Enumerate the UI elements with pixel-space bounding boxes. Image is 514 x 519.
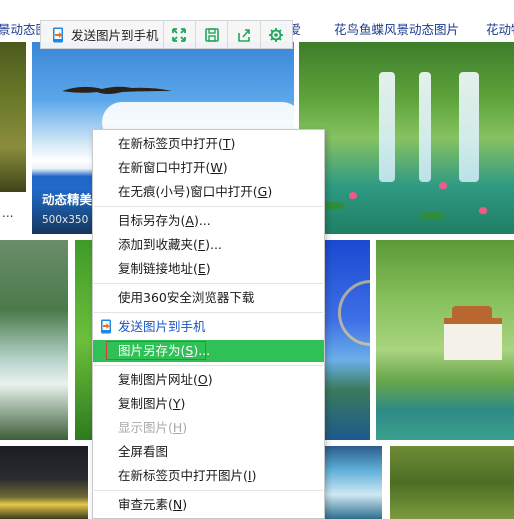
category-link-animal[interactable]: 花动物 — [486, 22, 514, 38]
menu-item-label: 全屏看图 — [118, 444, 169, 459]
menu-item-show-image: 显示图片(H) — [93, 417, 324, 439]
menu-separator — [94, 312, 323, 313]
context-menu: 在新标签页中打开(T) 在新窗口中打开(W) 在无痕(小号)窗口中打开(G) 目… — [92, 129, 325, 519]
fullscreen-icon — [172, 27, 187, 42]
waterfall-stream — [459, 72, 479, 182]
lily-pad — [419, 212, 445, 220]
share-icon — [238, 28, 250, 42]
menu-separator — [94, 206, 323, 207]
menu-item-label: 在新标签页中打开图片(I) — [118, 468, 257, 483]
save-icon — [204, 27, 219, 42]
image-tile-info: ... — [0, 192, 26, 232]
menu-item-open-image-new-tab[interactable]: 在新标签页中打开图片(I) — [93, 465, 324, 487]
menu-item-label: 发送图片到手机 — [118, 319, 206, 334]
image-tile-rainbow-lake[interactable] — [324, 240, 370, 440]
menu-item-label: 显示图片(H) — [118, 420, 188, 435]
menu-separator — [94, 490, 323, 491]
menu-item-save-target-as[interactable]: 目标另存为(A)... — [93, 210, 324, 232]
menu-item-send-to-phone[interactable]: 发送图片到手机 — [93, 316, 324, 338]
rainbow-arc — [338, 280, 370, 346]
menu-item-label: 图片另存为(S)... — [118, 343, 211, 358]
menu-item-inspect-element[interactable]: 审查元素(N) — [93, 494, 324, 516]
image-title: 动态精美 — [42, 192, 93, 207]
fullscreen-button[interactable] — [164, 21, 196, 48]
save-image-button[interactable] — [196, 21, 229, 48]
menu-separator — [94, 283, 323, 284]
bird-silhouette — [62, 86, 172, 94]
lotus-flower — [479, 207, 487, 214]
image-tile-waterfall-blue[interactable] — [324, 446, 382, 519]
menu-item-label: 在新标签页中打开(T) — [118, 136, 236, 151]
settings-icon — [269, 27, 284, 42]
menu-item-label: 使用360安全浏览器下载 — [118, 290, 255, 305]
send-to-phone-icon — [101, 319, 111, 334]
pavilion-roof — [452, 306, 492, 318]
settings-button[interactable] — [261, 21, 292, 48]
send-to-phone-label: 发送图片到手机 — [71, 28, 159, 43]
menu-item-fullscreen-view[interactable]: 全屏看图 — [93, 441, 324, 463]
menu-item-copy-link[interactable]: 复制链接地址(E) — [93, 258, 324, 280]
ellipsis-text: ... — [2, 206, 14, 220]
menu-item-copy-image[interactable]: 复制图片(Y) — [93, 393, 324, 415]
image-tile-willow[interactable] — [390, 446, 514, 519]
share-button[interactable] — [228, 21, 261, 48]
image-tile-night-field[interactable] — [0, 446, 88, 519]
menu-item-label: 复制图片网址(O) — [118, 372, 213, 387]
category-link-flower-bird[interactable]: 花鸟鱼蝶风景动态图片 — [334, 22, 459, 38]
menu-item-add-favorites[interactable]: 添加到收藏夹(F)... — [93, 234, 324, 256]
lotus-flower — [349, 192, 357, 199]
menu-separator — [94, 365, 323, 366]
menu-item-copy-image-url[interactable]: 复制图片网址(O) — [93, 369, 324, 391]
menu-item-label: 审查元素(N) — [118, 497, 188, 512]
image-tile-mountain-falls[interactable] — [0, 240, 68, 440]
menu-item-label: 目标另存为(A)... — [118, 213, 211, 228]
image-size: 500x350 — [42, 214, 89, 226]
menu-item-open-new-tab[interactable]: 在新标签页中打开(T) — [93, 133, 324, 155]
menu-item-open-incognito[interactable]: 在无痕(小号)窗口中打开(G) — [93, 181, 324, 203]
send-to-phone-icon — [53, 27, 63, 42]
menu-item-label: 在无痕(小号)窗口中打开(G) — [118, 184, 273, 199]
menu-item-label: 复制链接地址(E) — [118, 261, 211, 276]
menu-item-save-image-as[interactable]: 图片另存为(S)... — [93, 340, 324, 362]
image-tile-pavilion[interactable] — [376, 240, 514, 440]
menu-item-open-new-window[interactable]: 在新窗口中打开(W) — [93, 157, 324, 179]
image-tile-forest[interactable] — [0, 42, 26, 192]
menu-item-label: 添加到收藏夹(F)... — [118, 237, 222, 252]
pavilion-body — [444, 318, 502, 360]
send-to-phone-button[interactable]: 发送图片到手机 — [41, 21, 164, 48]
image-hover-toolbar: 发送图片到手机 — [40, 20, 293, 49]
waterfall-stream — [419, 72, 431, 182]
menu-item-download-360[interactable]: 使用360安全浏览器下载 — [93, 287, 324, 309]
menu-item-label: 在新窗口中打开(W) — [118, 160, 228, 175]
waterfall-stream — [379, 72, 395, 182]
menu-item-label: 复制图片(Y) — [118, 396, 186, 411]
image-tile-waterfall-lotus[interactable] — [299, 42, 514, 234]
lotus-flower — [439, 182, 447, 189]
